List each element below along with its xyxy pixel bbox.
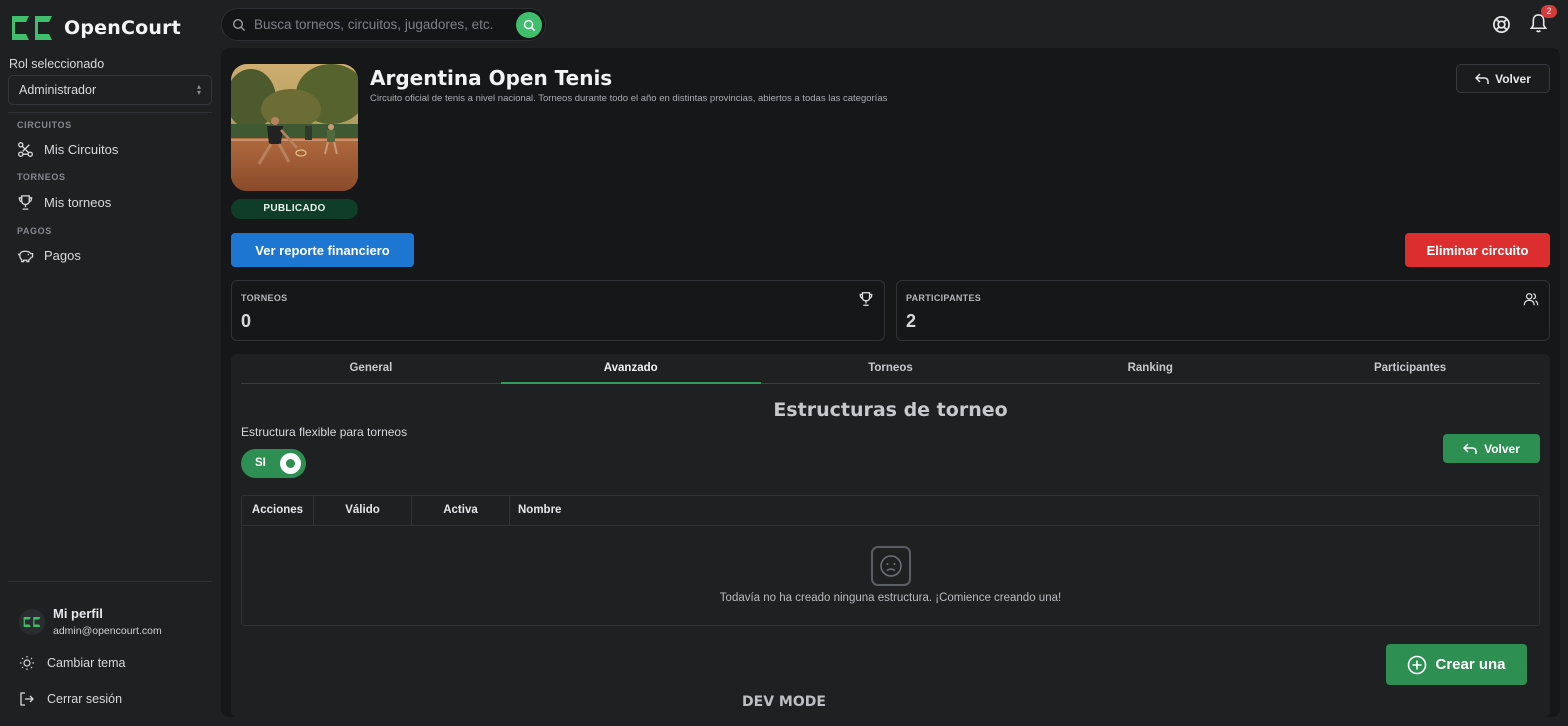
tabs-panel: General Avanzado Torneos Ranking Partici… xyxy=(231,354,1550,717)
theme-toggle-label: Cambiar tema xyxy=(47,656,126,670)
top-bar: OpenCourt 2 xyxy=(0,0,1568,48)
stat-card-torneos: TORNEOS 0 xyxy=(231,280,885,341)
profile-email: admin@opencourt.com xyxy=(53,625,162,637)
avatar xyxy=(19,608,45,635)
search-bar xyxy=(221,8,546,41)
create-structure-label: Crear una xyxy=(1435,656,1506,673)
plus-circle-icon xyxy=(1408,655,1427,674)
sidebar-item-mis-circuitos[interactable]: Mis Circuitos xyxy=(17,141,118,158)
section-title-circuitos: CIRCUITOS xyxy=(17,120,72,130)
tab-ranking[interactable]: Ranking xyxy=(1020,360,1280,383)
circuit-icon xyxy=(18,142,33,157)
tab-torneos[interactable]: Torneos xyxy=(761,360,1021,383)
financial-report-button[interactable]: Ver reporte financiero xyxy=(231,233,414,267)
structures-back-label: Volver xyxy=(1484,441,1520,456)
sidebar-divider xyxy=(8,581,212,582)
main-content: PUBLICADO Argentina Open Tenis Circuito … xyxy=(221,48,1560,717)
section-heading: Estructuras de torneo xyxy=(773,399,1008,421)
search-submit-icon xyxy=(523,19,535,31)
notification-count-badge: 2 xyxy=(1541,5,1557,18)
stat-label: TORNEOS xyxy=(241,293,288,303)
tab-avanzado[interactable]: Avanzado xyxy=(500,360,761,384)
undo-arrow-icon xyxy=(1463,442,1477,454)
users-icon xyxy=(1523,293,1539,306)
flexible-structure-label: Estructura flexible para torneos xyxy=(241,425,408,439)
structures-back-button[interactable]: Volver xyxy=(1443,434,1540,463)
role-label: Rol seleccionado xyxy=(9,57,105,71)
page-title: Argentina Open Tenis xyxy=(370,66,613,90)
tennis-players-image xyxy=(231,64,358,191)
opencourt-logo-icon xyxy=(12,16,52,40)
sidebar-item-label: Pagos xyxy=(44,248,81,263)
tab-bar: General Avanzado Torneos Ranking Partici… xyxy=(241,360,1540,384)
help-lifebuoy-icon[interactable] xyxy=(1492,15,1511,34)
circuit-description: Circuito oficial de tenis a nivel nacion… xyxy=(370,93,888,104)
toggle-knob xyxy=(280,453,301,474)
select-chevrons-icon: ▴ ▾ xyxy=(196,82,201,97)
sidebar-item-label: Mis torneos xyxy=(44,195,112,210)
sidebar-divider xyxy=(8,112,212,113)
role-select-value: Administrador xyxy=(19,83,97,97)
tab-participantes[interactable]: Participantes xyxy=(1280,360,1540,383)
theme-toggle-button[interactable]: Cambiar tema xyxy=(19,655,126,671)
create-structure-button[interactable]: Crear una xyxy=(1386,644,1527,685)
column-header-nombre[interactable]: Nombre xyxy=(510,496,1539,525)
app-name: OpenCourt xyxy=(64,17,181,39)
sidebar: Rol seleccionado Administrador ▴ ▾ CIRCUI… xyxy=(0,48,220,726)
stat-card-participantes: PARTICIPANTES 2 xyxy=(896,280,1550,341)
sidebar-item-mis-torneos[interactable]: Mis torneos xyxy=(17,194,111,211)
trophy-icon xyxy=(18,195,33,210)
piggy-bank-icon xyxy=(17,250,34,263)
column-header-valido[interactable]: Válido xyxy=(314,496,412,525)
section-title-torneos: TORNEOS xyxy=(17,172,66,182)
status-badge: PUBLICADO xyxy=(231,199,358,219)
trophy-icon xyxy=(859,292,873,306)
search-button[interactable] xyxy=(516,12,542,38)
section-title-pagos: PAGOS xyxy=(17,226,52,236)
profile-link[interactable]: Mi perfil admin@opencourt.com xyxy=(19,606,162,637)
tab-general[interactable]: General xyxy=(241,360,501,383)
toggle-label: SI xyxy=(255,457,266,469)
profile-name: Mi perfil xyxy=(53,606,103,621)
circuit-cover-image xyxy=(231,64,358,191)
sad-face-icon xyxy=(870,546,911,586)
flexible-structure-toggle[interactable]: SI xyxy=(241,449,306,478)
empty-state-text: Todavía no ha creado ninguna estructura.… xyxy=(719,592,1062,604)
empty-state: Todavía no ha creado ninguna estructura.… xyxy=(242,546,1539,604)
stat-value: 2 xyxy=(906,311,917,331)
role-select[interactable]: Administrador ▴ ▾ xyxy=(8,75,212,105)
table-header: Acciones Válido Activa Nombre xyxy=(242,496,1539,526)
stat-value: 0 xyxy=(241,311,252,331)
stat-label: PARTICIPANTES xyxy=(906,293,982,303)
back-button[interactable]: Volver xyxy=(1456,64,1550,93)
structures-table: Acciones Válido Activa Nombre Todavía no… xyxy=(241,495,1540,626)
column-header-activa[interactable]: Activa xyxy=(412,496,510,525)
dev-mode-label: DEV MODE xyxy=(742,694,826,710)
sidebar-item-pagos[interactable]: Pagos xyxy=(17,247,81,264)
search-input[interactable] xyxy=(254,9,514,40)
opencourt-avatar-icon xyxy=(23,616,41,627)
delete-circuit-button[interactable]: Eliminar circuito xyxy=(1405,233,1550,267)
sun-icon xyxy=(20,656,34,670)
search-icon xyxy=(232,18,246,32)
sidebar-item-label: Mis Circuitos xyxy=(44,142,119,157)
column-header-acciones[interactable]: Acciones xyxy=(242,496,314,525)
app-logo[interactable]: OpenCourt xyxy=(8,12,181,44)
back-button-label: Volver xyxy=(1495,71,1531,86)
undo-arrow-icon xyxy=(1475,72,1489,84)
